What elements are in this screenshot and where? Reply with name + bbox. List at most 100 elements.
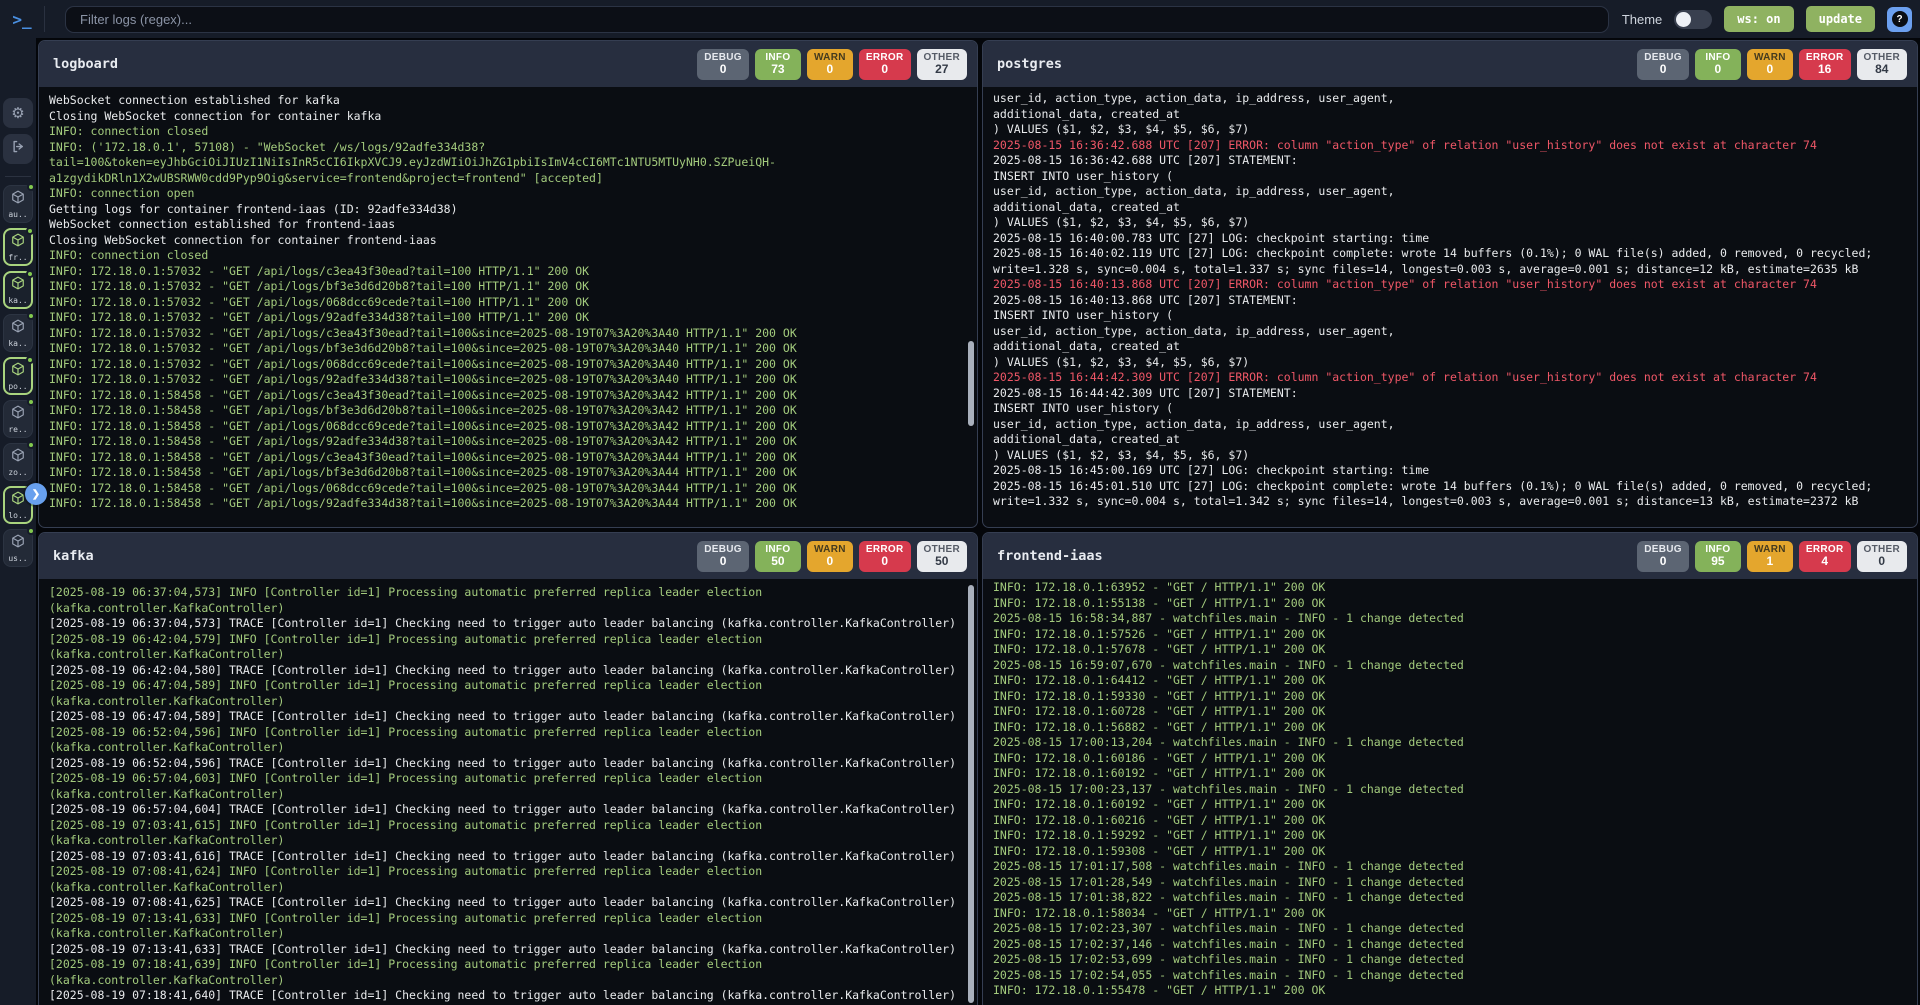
badge-count: 0	[1702, 63, 1734, 76]
info-count-badge[interactable]: INFO95	[1695, 541, 1741, 572]
warn-count-badge[interactable]: WARN0	[807, 541, 853, 572]
badge-label: INFO	[762, 544, 794, 555]
debug-count-badge[interactable]: DEBUG0	[697, 49, 749, 80]
log-line: additional_data, created_at	[993, 107, 1907, 123]
info-count-badge[interactable]: INFO0	[1695, 49, 1741, 80]
log-line: 2025-08-15 17:02:54,055 - watchfiles.mai…	[993, 968, 1907, 984]
other-count-badge[interactable]: OTHER27	[917, 49, 968, 80]
log-line: tail=100&token=eyJhbGciOiJIUzI1NiIsInR5c…	[49, 155, 967, 171]
log-output-area[interactable]: user_id, action_type, action_data, ip_ad…	[983, 87, 1917, 527]
log-line: [2025-08-19 06:42:04,579] INFO [Controll…	[49, 632, 967, 648]
badge-label: ERROR	[1806, 544, 1844, 555]
theme-label: Theme	[1622, 12, 1662, 27]
log-line: [2025-08-19 07:03:41,616] TRACE [Control…	[49, 849, 967, 865]
log-line: [2025-08-19 06:52:04,596] INFO [Controll…	[49, 725, 967, 741]
badge-label: INFO	[1702, 52, 1734, 63]
chevron-right-icon: ❯	[32, 489, 40, 500]
gear-icon: ⚙	[11, 104, 24, 122]
debug-count-badge[interactable]: DEBUG0	[1637, 49, 1689, 80]
terminal-icon: >_	[0, 10, 44, 29]
settings-button[interactable]: ⚙	[3, 98, 33, 128]
scrollbar-thumb[interactable]	[968, 585, 974, 1003]
log-line: Closing WebSocket connection for contain…	[49, 109, 967, 125]
question-mark-icon: ?	[1892, 11, 1908, 27]
info-count-badge[interactable]: INFO50	[755, 541, 801, 572]
log-line: ) VALUES ($1, $2, $3, $4, $5, $6, $7)	[993, 355, 1907, 371]
log-line: ) VALUES ($1, $2, $3, $4, $5, $6, $7)	[993, 215, 1907, 231]
log-output-area[interactable]: WebSocket connection established for kaf…	[39, 87, 977, 527]
sidebar-item-container-1[interactable]: fr..	[3, 228, 33, 266]
filter-logs-input[interactable]	[65, 6, 1609, 33]
container-status-dot	[27, 527, 35, 535]
warn-count-badge[interactable]: WARN1	[1747, 541, 1793, 572]
log-line: INFO: 172.18.0.1:64412 - "GET / HTTP/1.1…	[993, 673, 1907, 689]
panel-header: postgresDEBUG0INFO0WARN0ERROR16OTHER84	[983, 41, 1917, 87]
badge-count: 0	[1644, 63, 1682, 76]
error-count-badge[interactable]: ERROR0	[859, 49, 911, 80]
log-line: 2025-08-15 16:45:01.510 UTC [27] LOG: ch…	[993, 479, 1907, 495]
log-line: INFO: 172.18.0.1:60216 - "GET / HTTP/1.1…	[993, 813, 1907, 829]
theme-toggle[interactable]	[1674, 10, 1712, 29]
logout-button[interactable]	[3, 134, 33, 164]
badge-label: OTHER	[924, 52, 961, 63]
sidebar-item-label: au..	[8, 210, 27, 219]
log-line: [2025-08-19 07:13:41,633] INFO [Controll…	[49, 911, 967, 927]
sidebar-item-container-6[interactable]: zo..	[3, 443, 33, 481]
sidebar-item-container-4[interactable]: po..	[3, 357, 33, 395]
websocket-status-button[interactable]: ws: on	[1724, 6, 1793, 32]
log-panel-postgres: postgresDEBUG0INFO0WARN0ERROR16OTHER84us…	[982, 40, 1918, 528]
sidebar-item-container-3[interactable]: ka..	[3, 314, 33, 352]
debug-count-badge[interactable]: DEBUG0	[697, 541, 749, 572]
log-line: INFO: 172.18.0.1:63952 - "GET / HTTP/1.1…	[993, 580, 1907, 596]
sidebar-item-label: fr..	[8, 253, 27, 262]
sidebar-expand-button[interactable]: ❯	[25, 483, 47, 505]
log-output-area[interactable]: [2025-08-19 06:37:04,573] INFO [Controll…	[39, 579, 977, 1005]
log-line: INFO: 172.18.0.1:58458 - "GET /api/logs/…	[49, 403, 967, 419]
sidebar-item-label: ka..	[8, 339, 27, 348]
other-count-badge[interactable]: OTHER84	[1857, 49, 1908, 80]
badge-count: 4	[1806, 555, 1844, 568]
log-output-area[interactable]: INFO: 172.18.0.1:63952 - "GET / HTTP/1.1…	[983, 579, 1917, 1005]
badge-count: 0	[704, 555, 742, 568]
log-line: [2025-08-19 06:42:04,580] TRACE [Control…	[49, 663, 967, 679]
badge-count: 0	[866, 63, 904, 76]
error-count-badge[interactable]: ERROR16	[1799, 49, 1851, 80]
log-line: INFO: 172.18.0.1:57032 - "GET /api/logs/…	[49, 357, 967, 373]
warn-count-badge[interactable]: WARN0	[807, 49, 853, 80]
update-button[interactable]: update	[1806, 6, 1875, 32]
log-line: 2025-08-15 16:40:13.868 UTC [207] STATEM…	[993, 293, 1907, 309]
log-line: INFO: 172.18.0.1:58458 - "GET /api/logs/…	[49, 450, 967, 466]
scrollbar-thumb[interactable]	[968, 341, 974, 426]
topbar-divider	[44, 6, 45, 32]
sidebar-item-container-0[interactable]: au..	[3, 185, 33, 223]
level-badges: DEBUG0INFO50WARN0ERROR0OTHER50	[697, 541, 967, 572]
other-count-badge[interactable]: OTHER0	[1857, 541, 1908, 572]
error-count-badge[interactable]: ERROR4	[1799, 541, 1851, 572]
panel-header: kafkaDEBUG0INFO50WARN0ERROR0OTHER50	[39, 533, 977, 579]
info-count-badge[interactable]: INFO73	[755, 49, 801, 80]
log-line: 2025-08-15 17:01:38,822 - watchfiles.mai…	[993, 890, 1907, 906]
log-line: [2025-08-19 07:13:41,633] TRACE [Control…	[49, 942, 967, 958]
debug-count-badge[interactable]: DEBUG0	[1637, 541, 1689, 572]
sidebar-item-container-5[interactable]: re..	[3, 400, 33, 438]
log-line: additional_data, created_at	[993, 200, 1907, 216]
panel-header: frontend-iaasDEBUG0INFO95WARN1ERROR4OTHE…	[983, 533, 1917, 579]
warn-count-badge[interactable]: WARN0	[1747, 49, 1793, 80]
container-cube-icon	[11, 233, 25, 252]
container-cube-icon	[11, 491, 25, 510]
other-count-badge[interactable]: OTHER50	[917, 541, 968, 572]
log-line: Closing WebSocket connection for contain…	[49, 233, 967, 249]
log-line: WebSocket connection established for fro…	[49, 217, 967, 233]
help-button[interactable]: ?	[1887, 7, 1912, 32]
log-line: INFO: 172.18.0.1:56882 - "GET / HTTP/1.1…	[993, 720, 1907, 736]
badge-count: 50	[924, 555, 961, 568]
log-line: (kafka.controller.KafkaController)	[49, 833, 967, 849]
container-status-dot	[27, 398, 35, 406]
log-line: user_id, action_type, action_data, ip_ad…	[993, 417, 1907, 433]
badge-label: WARN	[1754, 544, 1786, 555]
container-status-dot	[27, 312, 35, 320]
sidebar-item-container-2[interactable]: ka..	[3, 271, 33, 309]
sidebar-item-container-8[interactable]: us..	[3, 529, 33, 567]
log-line: INFO: 172.18.0.1:57032 - "GET /api/logs/…	[49, 341, 967, 357]
error-count-badge[interactable]: ERROR0	[859, 541, 911, 572]
